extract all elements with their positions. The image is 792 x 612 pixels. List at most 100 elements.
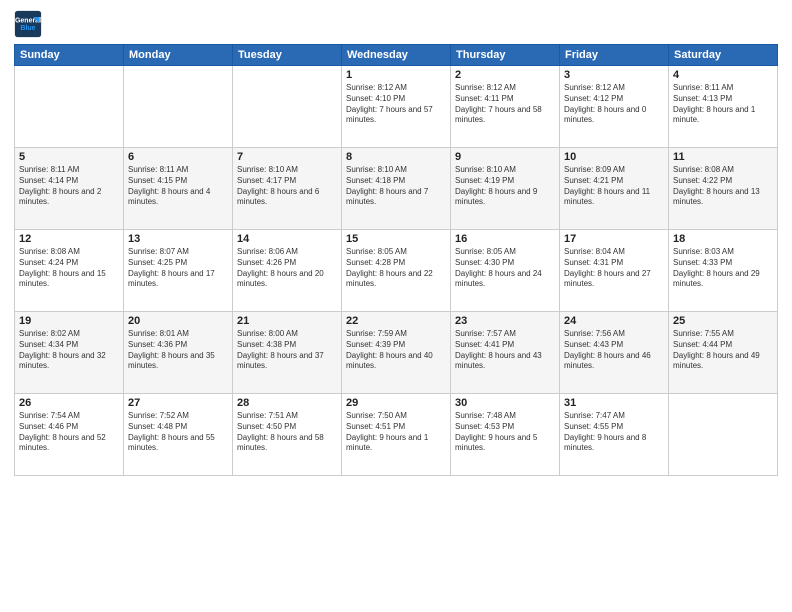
- day-info: Sunrise: 8:12 AM Sunset: 4:11 PM Dayligh…: [455, 83, 555, 126]
- weekday-friday: Friday: [560, 45, 669, 66]
- day-number: 19: [19, 315, 119, 327]
- calendar-cell: [15, 66, 124, 148]
- calendar-cell: 27 Sunrise: 7:52 AM Sunset: 4:48 PM Dayli…: [124, 394, 233, 476]
- day-number: 15: [346, 233, 446, 245]
- day-number: 5: [19, 151, 119, 163]
- calendar-cell: 31 Sunrise: 7:47 AM Sunset: 4:55 PM Dayli…: [560, 394, 669, 476]
- day-info: Sunrise: 8:08 AM Sunset: 4:22 PM Dayligh…: [673, 165, 773, 208]
- day-info: Sunrise: 7:55 AM Sunset: 4:44 PM Dayligh…: [673, 329, 773, 372]
- day-info: Sunrise: 7:54 AM Sunset: 4:46 PM Dayligh…: [19, 411, 119, 454]
- day-info: Sunrise: 8:03 AM Sunset: 4:33 PM Dayligh…: [673, 247, 773, 290]
- day-number: 7: [237, 151, 337, 163]
- day-info: Sunrise: 8:07 AM Sunset: 4:25 PM Dayligh…: [128, 247, 228, 290]
- day-info: Sunrise: 8:09 AM Sunset: 4:21 PM Dayligh…: [564, 165, 664, 208]
- calendar-cell: 7 Sunrise: 8:10 AM Sunset: 4:17 PM Daylig…: [233, 148, 342, 230]
- day-number: 29: [346, 397, 446, 409]
- calendar-cell: [233, 66, 342, 148]
- day-info: Sunrise: 7:47 AM Sunset: 4:55 PM Dayligh…: [564, 411, 664, 454]
- calendar-week-3: 12 Sunrise: 8:08 AM Sunset: 4:24 PM Dayli…: [15, 230, 778, 312]
- calendar-cell: 12 Sunrise: 8:08 AM Sunset: 4:24 PM Dayli…: [15, 230, 124, 312]
- day-number: 8: [346, 151, 446, 163]
- day-number: 28: [237, 397, 337, 409]
- logo-icon: General Blue: [14, 10, 42, 38]
- day-info: Sunrise: 7:57 AM Sunset: 4:41 PM Dayligh…: [455, 329, 555, 372]
- day-info: Sunrise: 8:01 AM Sunset: 4:36 PM Dayligh…: [128, 329, 228, 372]
- calendar-week-5: 26 Sunrise: 7:54 AM Sunset: 4:46 PM Dayli…: [15, 394, 778, 476]
- day-info: Sunrise: 8:10 AM Sunset: 4:18 PM Dayligh…: [346, 165, 446, 208]
- day-number: 3: [564, 69, 664, 81]
- day-number: 4: [673, 69, 773, 81]
- day-info: Sunrise: 8:10 AM Sunset: 4:19 PM Dayligh…: [455, 165, 555, 208]
- calendar-cell: 2 Sunrise: 8:12 AM Sunset: 4:11 PM Daylig…: [451, 66, 560, 148]
- day-number: 31: [564, 397, 664, 409]
- day-number: 9: [455, 151, 555, 163]
- calendar-cell: 21Sunrise: 8:00 AM Sunset: 4:38 PM Dayli…: [233, 312, 342, 394]
- calendar-cell: 29Sunrise: 7:50 AM Sunset: 4:51 PM Dayli…: [342, 394, 451, 476]
- day-info: Sunrise: 8:04 AM Sunset: 4:31 PM Dayligh…: [564, 247, 664, 290]
- calendar-cell: 25 Sunrise: 7:55 AM Sunset: 4:44 PM Dayli…: [669, 312, 778, 394]
- calendar-cell: 11 Sunrise: 8:08 AM Sunset: 4:22 PM Dayli…: [669, 148, 778, 230]
- calendar-table: SundayMondayTuesdayWednesdayThursdayFrid…: [14, 44, 778, 476]
- calendar-cell: 13 Sunrise: 8:07 AM Sunset: 4:25 PM Dayli…: [124, 230, 233, 312]
- calendar-cell: 16 Sunrise: 8:05 AM Sunset: 4:30 PM Dayli…: [451, 230, 560, 312]
- day-info: Sunrise: 8:08 AM Sunset: 4:24 PM Dayligh…: [19, 247, 119, 290]
- day-number: 6: [128, 151, 228, 163]
- calendar-page: General Blue SundayMondayTuesdayWednesda…: [0, 0, 792, 612]
- day-number: 12: [19, 233, 119, 245]
- calendar-week-1: 1 Sunrise: 8:12 AM Sunset: 4:10 PM Daylig…: [15, 66, 778, 148]
- calendar-cell: 9 Sunrise: 8:10 AM Sunset: 4:19 PM Daylig…: [451, 148, 560, 230]
- logo: General Blue: [14, 10, 46, 38]
- day-info: Sunrise: 8:11 AM Sunset: 4:15 PM Dayligh…: [128, 165, 228, 208]
- day-number: 10: [564, 151, 664, 163]
- calendar-cell: 4Sunrise: 8:11 AM Sunset: 4:13 PM Daylig…: [669, 66, 778, 148]
- calendar-cell: 22 Sunrise: 7:59 AM Sunset: 4:39 PM Dayli…: [342, 312, 451, 394]
- day-info: Sunrise: 7:51 AM Sunset: 4:50 PM Dayligh…: [237, 411, 337, 454]
- calendar-cell: 14Sunrise: 8:06 AM Sunset: 4:26 PM Dayli…: [233, 230, 342, 312]
- calendar-cell: [669, 394, 778, 476]
- weekday-monday: Monday: [124, 45, 233, 66]
- weekday-wednesday: Wednesday: [342, 45, 451, 66]
- calendar-cell: 28 Sunrise: 7:51 AM Sunset: 4:50 PM Dayli…: [233, 394, 342, 476]
- day-number: 23: [455, 315, 555, 327]
- header: General Blue: [14, 10, 778, 38]
- day-number: 16: [455, 233, 555, 245]
- calendar-cell: 26 Sunrise: 7:54 AM Sunset: 4:46 PM Dayli…: [15, 394, 124, 476]
- day-number: 30: [455, 397, 555, 409]
- day-info: Sunrise: 7:52 AM Sunset: 4:48 PM Dayligh…: [128, 411, 228, 454]
- calendar-cell: 3 Sunrise: 8:12 AM Sunset: 4:12 PM Daylig…: [560, 66, 669, 148]
- day-info: Sunrise: 8:12 AM Sunset: 4:12 PM Dayligh…: [564, 83, 664, 126]
- day-number: 18: [673, 233, 773, 245]
- day-info: Sunrise: 8:10 AM Sunset: 4:17 PM Dayligh…: [237, 165, 337, 208]
- day-number: 1: [346, 69, 446, 81]
- day-info: Sunrise: 8:05 AM Sunset: 4:30 PM Dayligh…: [455, 247, 555, 290]
- day-number: 20: [128, 315, 228, 327]
- calendar-cell: 30 Sunrise: 7:48 AM Sunset: 4:53 PM Dayli…: [451, 394, 560, 476]
- day-info: Sunrise: 8:06 AM Sunset: 4:26 PM Dayligh…: [237, 247, 337, 290]
- calendar-cell: 10 Sunrise: 8:09 AM Sunset: 4:21 PM Dayli…: [560, 148, 669, 230]
- day-info: Sunrise: 7:59 AM Sunset: 4:39 PM Dayligh…: [346, 329, 446, 372]
- calendar-cell: 17Sunrise: 8:04 AM Sunset: 4:31 PM Dayli…: [560, 230, 669, 312]
- calendar-cell: 5Sunrise: 8:11 AM Sunset: 4:14 PM Daylig…: [15, 148, 124, 230]
- weekday-tuesday: Tuesday: [233, 45, 342, 66]
- weekday-thursday: Thursday: [451, 45, 560, 66]
- day-info: Sunrise: 7:48 AM Sunset: 4:53 PM Dayligh…: [455, 411, 555, 454]
- day-info: Sunrise: 8:12 AM Sunset: 4:10 PM Dayligh…: [346, 83, 446, 126]
- day-info: Sunrise: 8:02 AM Sunset: 4:34 PM Dayligh…: [19, 329, 119, 372]
- day-number: 27: [128, 397, 228, 409]
- calendar-cell: 6 Sunrise: 8:11 AM Sunset: 4:15 PM Daylig…: [124, 148, 233, 230]
- calendar-cell: 15Sunrise: 8:05 AM Sunset: 4:28 PM Dayli…: [342, 230, 451, 312]
- calendar-cell: 18 Sunrise: 8:03 AM Sunset: 4:33 PM Dayli…: [669, 230, 778, 312]
- day-number: 22: [346, 315, 446, 327]
- day-number: 25: [673, 315, 773, 327]
- day-info: Sunrise: 7:56 AM Sunset: 4:43 PM Dayligh…: [564, 329, 664, 372]
- calendar-cell: 20 Sunrise: 8:01 AM Sunset: 4:36 PM Dayli…: [124, 312, 233, 394]
- day-info: Sunrise: 8:00 AM Sunset: 4:38 PM Dayligh…: [237, 329, 337, 372]
- calendar-cell: 1 Sunrise: 8:12 AM Sunset: 4:10 PM Daylig…: [342, 66, 451, 148]
- calendar-week-4: 19 Sunrise: 8:02 AM Sunset: 4:34 PM Dayli…: [15, 312, 778, 394]
- day-number: 2: [455, 69, 555, 81]
- calendar-cell: 24Sunrise: 7:56 AM Sunset: 4:43 PM Dayli…: [560, 312, 669, 394]
- day-number: 13: [128, 233, 228, 245]
- day-number: 26: [19, 397, 119, 409]
- calendar-week-2: 5Sunrise: 8:11 AM Sunset: 4:14 PM Daylig…: [15, 148, 778, 230]
- day-number: 11: [673, 151, 773, 163]
